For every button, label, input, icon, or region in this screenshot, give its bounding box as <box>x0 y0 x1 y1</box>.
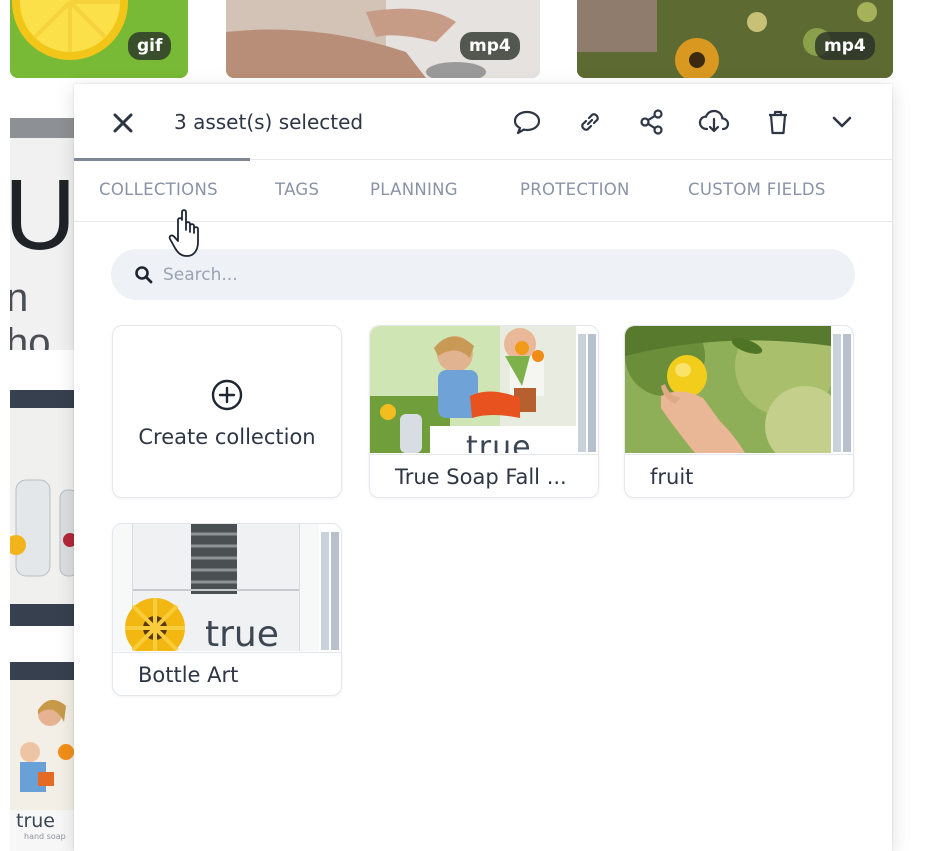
link-icon <box>581 113 599 131</box>
brand-text: true <box>466 430 532 453</box>
lemon-tree-image <box>625 326 831 453</box>
stack-edge <box>843 334 851 452</box>
tab-collections[interactable]: COLLECTIONS <box>99 180 218 199</box>
screen: gif mp4 mp4 U n ho true hand soap 3 asse… <box>0 0 949 851</box>
asset-thumbnail-bottles[interactable] <box>10 390 74 626</box>
selection-count: 3 asset(s) selected <box>174 110 364 134</box>
more-options-button[interactable] <box>826 106 858 138</box>
asset-thumbnail-mother-child[interactable]: true hand soap <box>10 662 74 851</box>
sign-letter: U <box>10 159 74 271</box>
stack-edge <box>833 334 841 452</box>
collection-cover-image: true <box>370 326 576 453</box>
sign-panel: U n ho <box>10 138 74 350</box>
stack-edge <box>331 532 339 650</box>
delete-button[interactable] <box>762 106 794 138</box>
tab-planning[interactable]: PLANNING <box>370 180 458 199</box>
bottles-image <box>10 390 74 626</box>
search-icon <box>135 266 153 284</box>
collection-search <box>111 249 855 300</box>
collection-name: Bottle Art <box>113 652 341 695</box>
collection-card-frame: true True Soap Fall ... <box>369 325 599 498</box>
comment-button[interactable] <box>511 106 543 138</box>
selection-panel: 3 asset(s) selected COLLECTIONS TAGS PLA… <box>74 84 892 851</box>
close-button[interactable] <box>108 108 138 138</box>
format-badge: mp4 <box>815 32 875 60</box>
asset-thumbnail-mp4-2[interactable]: mp4 <box>577 0 893 78</box>
create-collection-card[interactable]: Create collection <box>112 325 342 498</box>
active-tab-indicator <box>74 158 250 161</box>
chevron-down-icon <box>832 116 852 128</box>
brand-text: true <box>205 614 279 651</box>
asset-thumbnail-mp4-1[interactable]: mp4 <box>226 0 540 78</box>
tab-custom-fields[interactable]: CUSTOM FIELDS <box>688 180 826 199</box>
format-badge: mp4 <box>460 32 520 60</box>
tab-protection[interactable]: PROTECTION <box>520 180 630 199</box>
stack-edge <box>321 532 329 650</box>
download-button[interactable] <box>698 106 730 138</box>
share-button[interactable] <box>636 106 668 138</box>
trash-icon <box>769 110 787 135</box>
collection-card-frame: true Bottle Art <box>112 523 342 696</box>
search-input[interactable] <box>163 249 823 300</box>
plus-circle-icon <box>211 379 243 411</box>
brand-text: true <box>16 810 55 832</box>
asset-thumbnail-gif[interactable]: gif <box>10 0 188 78</box>
format-badge: gif <box>128 32 172 60</box>
share-icon <box>640 109 663 135</box>
close-icon <box>113 113 133 133</box>
collection-card-bottle-art[interactable]: true Bottle Art <box>112 523 342 696</box>
tab-tags[interactable]: TAGS <box>275 180 319 199</box>
collection-cover-image: true <box>113 524 319 651</box>
collection-cover-image <box>625 326 831 453</box>
create-collection-label: Create collection <box>138 425 316 449</box>
stack-edge <box>588 334 596 452</box>
copy-link-button[interactable] <box>574 106 606 138</box>
collection-card-true-soap[interactable]: true True Soap Fall ... <box>369 325 599 498</box>
collection-name: fruit <box>625 454 853 497</box>
collection-card-frame: fruit <box>624 325 854 498</box>
collection-card-fruit[interactable]: fruit <box>624 325 854 498</box>
panel-header: 3 asset(s) selected <box>74 84 892 160</box>
download-cloud-icon <box>698 109 730 133</box>
brand-subtext: hand soap <box>24 832 66 841</box>
stack-edge <box>578 334 586 452</box>
comment-icon <box>513 110 541 135</box>
sign-text: n ho <box>10 276 51 350</box>
tab-bar: COLLECTIONS TAGS PLANNING PROTECTION CUS… <box>74 158 892 222</box>
asset-thumbnail-strip[interactable]: U n ho <box>10 118 74 350</box>
collection-name: True Soap Fall ... <box>370 454 598 497</box>
